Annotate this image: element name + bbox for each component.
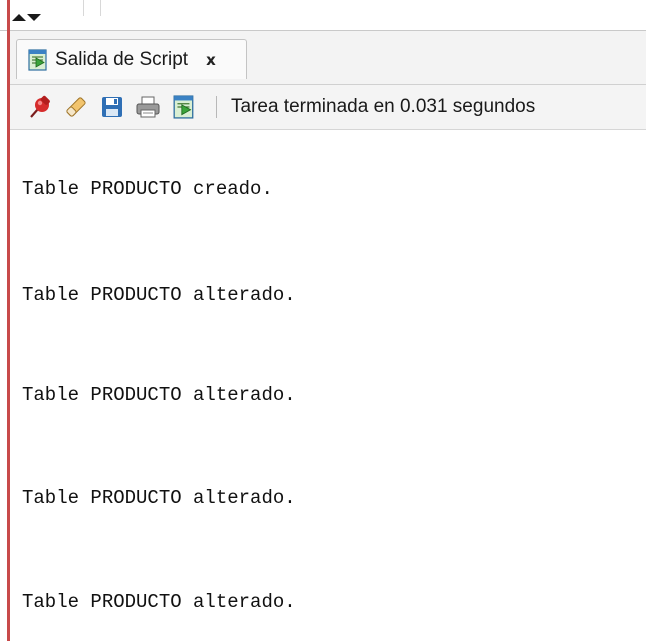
print-button[interactable]: [134, 93, 162, 121]
output-line: Table PRODUCTO creado.: [22, 178, 273, 200]
clear-button[interactable]: [62, 93, 90, 121]
output-toolbar: Tarea terminada en 0.031 segundos: [10, 85, 646, 130]
output-line: Table PRODUCTO alterado.: [22, 591, 296, 613]
tab-bar: Salida de Script x: [10, 31, 646, 85]
panel-splitter[interactable]: [0, 0, 646, 31]
eraser-icon: [66, 97, 86, 117]
close-icon[interactable]: x: [206, 51, 216, 69]
save-button[interactable]: [98, 93, 126, 121]
pin-icon: [30, 95, 50, 118]
splitter-arrows[interactable]: [12, 14, 42, 28]
output-line: Table PRODUCTO alterado.: [22, 384, 296, 406]
arrow-down-icon[interactable]: [27, 14, 41, 21]
output-line: Table PRODUCTO alterado.: [22, 487, 296, 509]
output-line: Table PRODUCTO alterado.: [22, 284, 296, 306]
script-output-panel: Salida de Script x Tarea terminada en 0.…: [0, 0, 646, 641]
pin-button[interactable]: [26, 93, 54, 121]
save-icon: [102, 97, 122, 117]
tab-script-output[interactable]: Salida de Script x: [16, 39, 247, 79]
script-output-area[interactable]: Table PRODUCTO creado. Table PRODUCTO al…: [10, 130, 646, 641]
splitter-divider: [100, 0, 101, 16]
print-icon: [136, 96, 160, 118]
script-output-icon: [173, 95, 194, 119]
status-text: Tarea terminada en 0.031 segundos: [231, 96, 536, 117]
tab-label: Salida de Script: [55, 48, 189, 70]
script-output-button[interactable]: [170, 93, 198, 121]
toolbar-separator: [216, 96, 217, 118]
splitter-divider: [83, 0, 84, 16]
arrow-up-icon[interactable]: [12, 14, 26, 21]
script-output-icon: [28, 48, 47, 71]
